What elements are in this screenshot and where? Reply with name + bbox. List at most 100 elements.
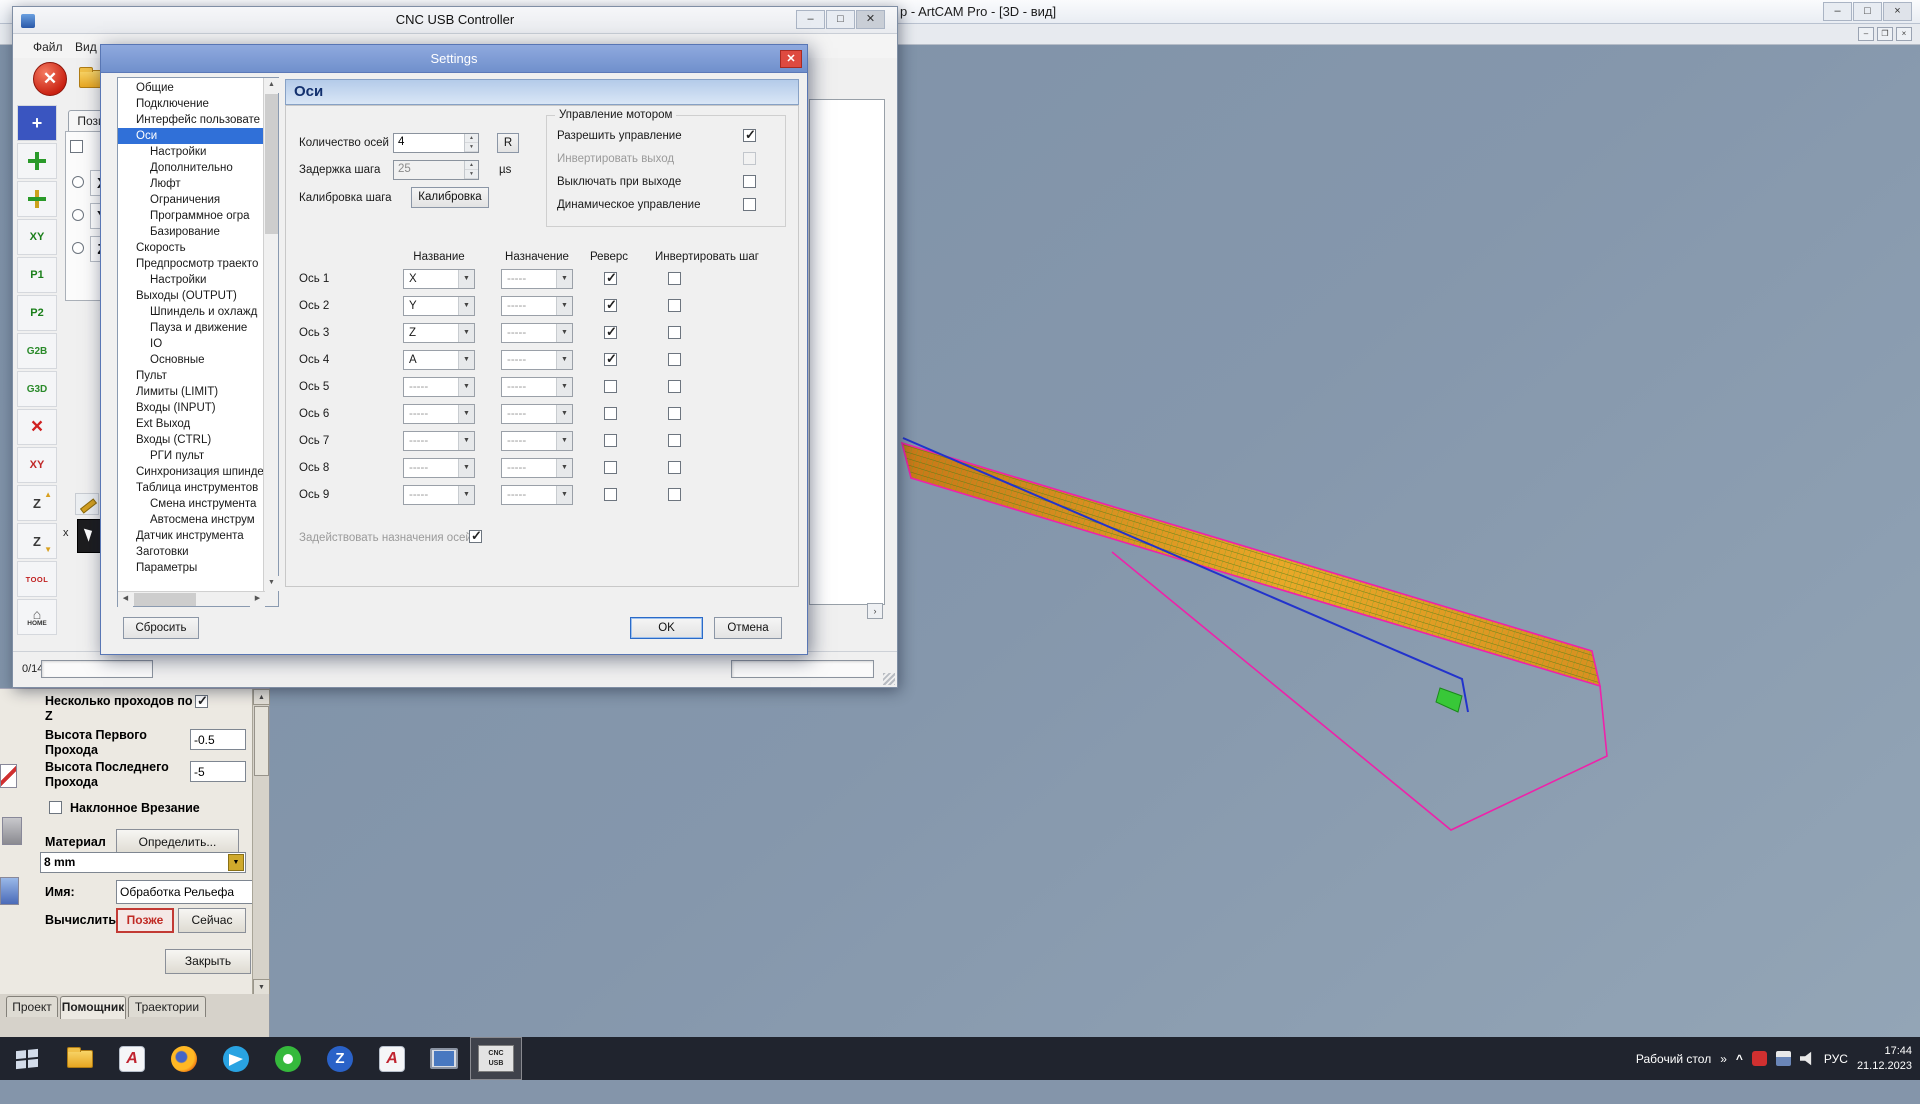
flag-tray-icon[interactable] [1776, 1051, 1791, 1066]
start-button[interactable] [0, 1037, 54, 1080]
reverse-checkbox[interactable] [604, 353, 617, 366]
tree-item[interactable]: Параметры [118, 560, 264, 576]
axis-assign-select[interactable]: ----- [501, 296, 573, 316]
reverse-checkbox[interactable] [604, 407, 617, 420]
calculate-now-button[interactable]: Сейчас [178, 908, 246, 933]
invert-step-checkbox[interactable] [668, 272, 681, 285]
drill-tool-icon[interactable] [2, 817, 22, 845]
tree-item[interactable]: Заготовки [118, 544, 264, 560]
artcam-maximize-button[interactable]: □ [1853, 2, 1882, 21]
mdi-minimize-button[interactable]: – [1858, 27, 1874, 41]
tree-item[interactable]: Входы (CTRL) [118, 432, 264, 448]
scroll-down-arrow[interactable]: ▼ [253, 979, 270, 995]
antivirus-tray-icon[interactable] [1752, 1051, 1767, 1066]
z-down-icon[interactable]: Z [17, 523, 57, 559]
jog-arrows-2-icon[interactable] [17, 181, 57, 217]
settings-titlebar[interactable]: Settings ✕ [101, 45, 807, 73]
reverse-checkbox[interactable] [604, 272, 617, 285]
tree-item[interactable]: Лимиты (LIMIT) [118, 384, 264, 400]
jog-arrows-icon[interactable] [17, 143, 57, 179]
scroll-up-arrow[interactable]: ▲ [253, 689, 270, 705]
axis-name-select[interactable]: X [403, 269, 475, 289]
cnc-maximize-button[interactable]: □ [826, 10, 855, 29]
ramp-checkbox[interactable] [49, 801, 62, 814]
tree-item[interactable]: Автосмена инструм [118, 512, 264, 528]
toolbar-chevron[interactable]: » [1720, 1052, 1727, 1066]
last-pass-input[interactable] [190, 761, 246, 782]
multipass-checkbox[interactable] [195, 695, 208, 708]
tree-item[interactable]: IO [118, 336, 264, 352]
reverse-checkbox[interactable] [604, 434, 617, 447]
reverse-checkbox[interactable] [604, 299, 617, 312]
slope-tool-icon[interactable] [0, 764, 17, 788]
park-1-icon[interactable]: P1 [17, 257, 57, 293]
axis-assign-select[interactable]: ----- [501, 269, 573, 289]
tree-item[interactable]: Дополнительно [118, 160, 264, 176]
dynamic-control-checkbox[interactable] [743, 198, 756, 211]
tree-horizontal-scrollbar[interactable]: ◀ ▶ [118, 591, 265, 606]
material-thickness-select[interactable]: 8 mm ▼ [40, 852, 246, 873]
scrollbar-thumb[interactable] [254, 706, 269, 776]
invert-step-checkbox[interactable] [668, 380, 681, 393]
language-indicator[interactable]: РУС [1824, 1052, 1848, 1066]
cnc-titlebar[interactable]: CNC USB Controller – □ ✕ [13, 7, 897, 34]
park-2-icon[interactable]: P2 [17, 295, 57, 331]
spinner[interactable]: ▲▼ [464, 134, 478, 152]
taskbar-cnc-usb-active[interactable]: CNCUSB [470, 1037, 522, 1080]
enable-control-checkbox[interactable] [743, 129, 756, 142]
settings-close-button[interactable]: ✕ [780, 50, 802, 68]
axis-assign-select[interactable]: ----- [501, 404, 573, 424]
enable-assign-checkbox[interactable] [469, 530, 482, 543]
axis-assign-select[interactable]: ----- [501, 485, 573, 505]
taskbar-artcam[interactable]: A [106, 1037, 158, 1080]
invert-step-checkbox[interactable] [668, 488, 681, 501]
g3d-icon[interactable]: G3D [17, 371, 57, 407]
tool-change-icon[interactable]: TOOL [17, 561, 57, 597]
machine-position-icon[interactable]: + [17, 105, 57, 141]
tray-expand-icon[interactable]: ^ [1736, 1052, 1743, 1066]
scroll-left-arrow[interactable]: ◀ [118, 592, 133, 607]
edit-pencil-icon[interactable] [75, 493, 99, 515]
taskbar-zona[interactable]: Z [314, 1037, 366, 1080]
tree-item[interactable]: Пульт [118, 368, 264, 384]
thickness-dropdown-arrow[interactable]: ▼ [228, 854, 244, 871]
first-pass-input[interactable] [190, 729, 246, 750]
axis-z-radio[interactable] [72, 242, 84, 254]
taskbar-telegram[interactable] [210, 1037, 262, 1080]
axis-assign-select[interactable]: ----- [501, 458, 573, 478]
scroll-right-arrow[interactable]: ▶ [250, 592, 265, 607]
axes-count-input[interactable]: 4 ▲▼ [393, 133, 479, 153]
resize-grip[interactable] [883, 673, 895, 685]
blue-tool-icon[interactable] [0, 877, 19, 905]
axis-name-select[interactable]: ----- [403, 485, 475, 505]
tab-project[interactable]: Проект [6, 996, 58, 1017]
tree-item[interactable]: Ограничения [118, 192, 264, 208]
taskbar-firefox[interactable] [158, 1037, 210, 1080]
invert-step-checkbox[interactable] [668, 434, 681, 447]
cancel-button[interactable]: Отмена [714, 617, 782, 639]
tree-item[interactable]: Скорость [118, 240, 264, 256]
calculate-later-button[interactable]: Позже [116, 908, 174, 933]
g2b-icon[interactable]: G2B [17, 333, 57, 369]
tree-item[interactable]: Предпросмотр траекто [118, 256, 264, 272]
volume-icon[interactable] [1800, 1051, 1815, 1066]
taskbar-artcam-2[interactable]: A [366, 1037, 418, 1080]
tree-item[interactable]: Входы (INPUT) [118, 400, 264, 416]
mdi-close-button[interactable]: × [1896, 27, 1912, 41]
calibration-button[interactable]: Калибровка [411, 187, 489, 208]
axis-assign-select[interactable]: ----- [501, 350, 573, 370]
axis-name-select[interactable]: ----- [403, 458, 475, 478]
scroll-up-arrow[interactable]: ▲ [264, 78, 279, 93]
desktop-toolbar-label[interactable]: Рабочий стол [1636, 1052, 1711, 1066]
axis-name-select[interactable]: A [403, 350, 475, 370]
taskbar-image-viewer[interactable] [418, 1037, 470, 1080]
scrollbar-thumb[interactable] [265, 94, 278, 234]
axis-name-select[interactable]: ----- [403, 404, 475, 424]
assistant-scrollbar[interactable]: ▲ ▼ [252, 689, 269, 995]
axis-name-select[interactable]: ----- [403, 377, 475, 397]
axis-x-radio[interactable] [72, 176, 84, 188]
position-checkbox[interactable] [70, 140, 83, 153]
tree-item[interactable]: Таблица инструментов [118, 480, 264, 496]
tree-item[interactable]: Пауза и движение [118, 320, 264, 336]
invert-step-checkbox[interactable] [668, 326, 681, 339]
